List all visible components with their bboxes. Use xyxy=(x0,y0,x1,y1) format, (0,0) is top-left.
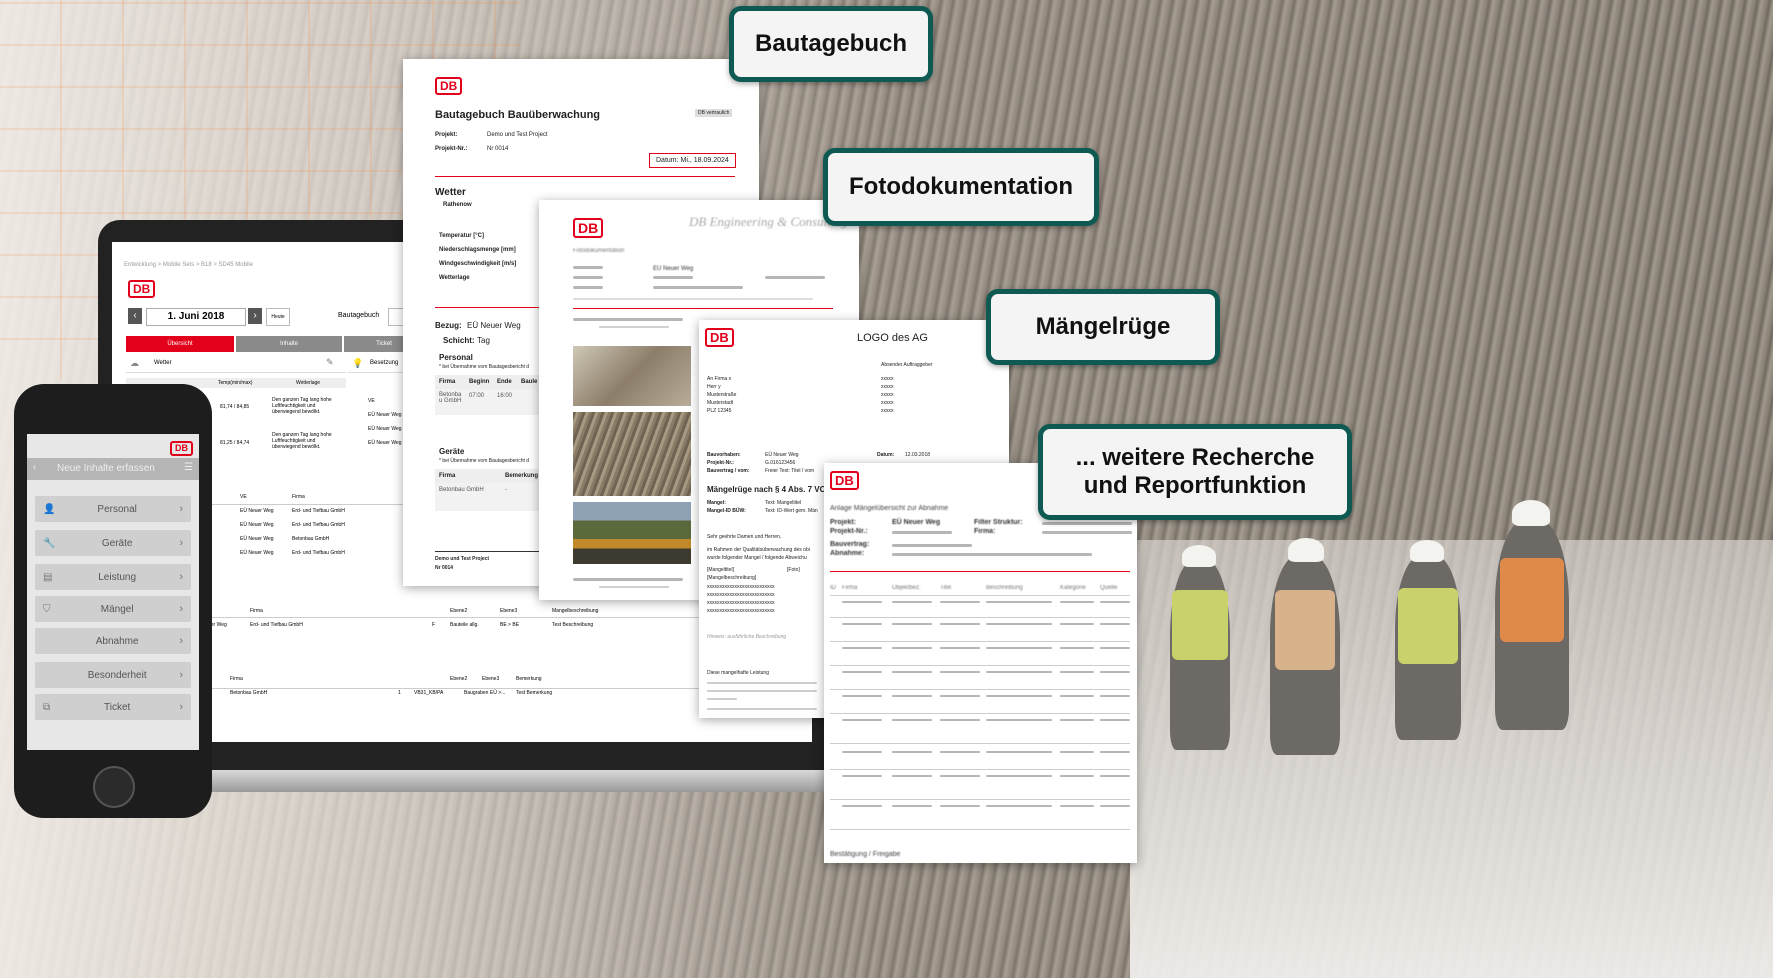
callout-maengelruege: Mängelrüge xyxy=(986,289,1220,365)
context-label: Bautagebuch xyxy=(338,312,380,319)
phone-header: ‹ Neue Inhalte erfassen ☰ xyxy=(27,458,199,480)
menu-item-ticket[interactable]: ⧉ Ticket › xyxy=(35,694,191,720)
ve-column-header: VE xyxy=(368,398,375,404)
db-logo: DB xyxy=(435,77,463,95)
cloud-icon: ☁ xyxy=(130,358,139,368)
wrench-icon: 🔧 xyxy=(43,537,56,549)
confidential-badge: DB vertraulich xyxy=(695,109,733,117)
db-logo: DB xyxy=(170,438,193,456)
site-photo[interactable] xyxy=(573,346,691,406)
breadcrumb[interactable]: Entwicklung > Mobile Sets > B18 > SD45 M… xyxy=(124,262,253,268)
person-icon: 👤 xyxy=(43,503,56,515)
ve-row[interactable]: EÜ Neuer Weg xyxy=(368,412,402,418)
bulb-icon: 💡 xyxy=(352,358,364,368)
ticket-icon: ⧉ xyxy=(43,701,51,713)
staff-label: Besetzung xyxy=(370,360,399,366)
db-logo: DB xyxy=(830,471,859,490)
chevron-right-icon: › xyxy=(179,635,183,647)
phone-screen: DB ‹ Neue Inhalte erfassen ☰ 👤 Personal › … xyxy=(27,434,199,750)
date-field[interactable]: 1. Juni 2018 xyxy=(146,308,246,326)
ag-logo-placeholder: LOGO des AG xyxy=(857,332,928,344)
project-number: Nr 0014 xyxy=(487,146,509,152)
weather-panel-header: ☁ Wetter ✎ xyxy=(126,356,346,373)
tab-content[interactable]: Inhalte xyxy=(236,336,342,352)
prev-day-button[interactable]: ‹ xyxy=(128,308,142,324)
menu-item-abnahme[interactable]: Abnahme › xyxy=(35,628,191,654)
doc-title: Bautagebuch Bauüberwachung xyxy=(435,109,601,121)
shield-icon: ⛉ xyxy=(43,603,51,615)
ve-row[interactable]: EÜ Neuer Weg xyxy=(368,440,402,446)
table-row: Betonba u GmbH xyxy=(439,392,462,404)
chevron-right-icon: › xyxy=(179,603,183,615)
callout-bautagebuch: Bautagebuch xyxy=(729,6,933,82)
callout-weitere-recherche: ... weitere Recherche und Reportfunktion xyxy=(1038,424,1352,520)
phone-header-title: Neue Inhalte erfassen xyxy=(57,463,155,474)
chevron-right-icon: › xyxy=(179,701,183,713)
site-photo[interactable] xyxy=(573,502,691,564)
db-logo: DB xyxy=(128,280,156,298)
back-icon[interactable]: ‹ xyxy=(33,462,36,473)
home-button[interactable] xyxy=(93,766,135,808)
edit-icon[interactable]: ✎ xyxy=(326,357,334,368)
menu-item-besonderheit[interactable]: Besonderheit › xyxy=(35,662,191,688)
menu-item-personal[interactable]: 👤 Personal › xyxy=(35,496,191,522)
chevron-right-icon: › xyxy=(179,669,183,681)
weather-label: Wetter xyxy=(154,360,172,366)
menu-item-geraete[interactable]: 🔧 Geräte › xyxy=(35,530,191,556)
project-name: Demo und Test Project xyxy=(487,132,548,138)
list-title: Anlage Mängelübersicht zur Abnahme xyxy=(830,505,949,512)
letter-heading: Mängelrüge nach § 4 Abs. 7 VOB/B, xyxy=(707,485,842,494)
document-icon: ▤ xyxy=(43,571,53,583)
date-box: Datum: Mi., 18.09.2024 xyxy=(649,153,736,168)
callout-line: ... weitere Recherche xyxy=(1075,444,1315,472)
chevron-right-icon: › xyxy=(179,537,183,549)
site-photo[interactable] xyxy=(573,412,691,496)
approval-footer: Bestätigung / Freigabe xyxy=(830,851,901,858)
chevron-right-icon: › xyxy=(179,571,183,583)
callout-line: und Reportfunktion xyxy=(1083,472,1307,499)
next-day-button[interactable]: › xyxy=(248,308,262,324)
tab-overview[interactable]: Übersicht xyxy=(126,336,234,352)
ve-row[interactable]: EÜ Neuer Weg xyxy=(368,426,402,432)
db-logo: DB xyxy=(573,218,604,238)
menu-icon[interactable]: ☰ xyxy=(184,462,193,473)
table-row: Betonbau GmbH xyxy=(439,487,484,493)
callout-fotodokumentation: Fotodokumentation xyxy=(823,148,1099,226)
today-button[interactable]: Heute xyxy=(266,308,290,326)
chevron-right-icon: › xyxy=(179,503,183,515)
menu-item-maengel[interactable]: ⛉ Mängel › xyxy=(35,596,191,622)
divider xyxy=(208,504,420,505)
weather-heading: Wetter xyxy=(435,187,466,198)
menu-item-leistung[interactable]: ▤ Leistung › xyxy=(35,564,191,590)
defect-list-document: DB Anlage Mängelübersicht zur Abnahme Pr… xyxy=(824,463,1137,863)
db-logo: DB xyxy=(705,328,734,347)
